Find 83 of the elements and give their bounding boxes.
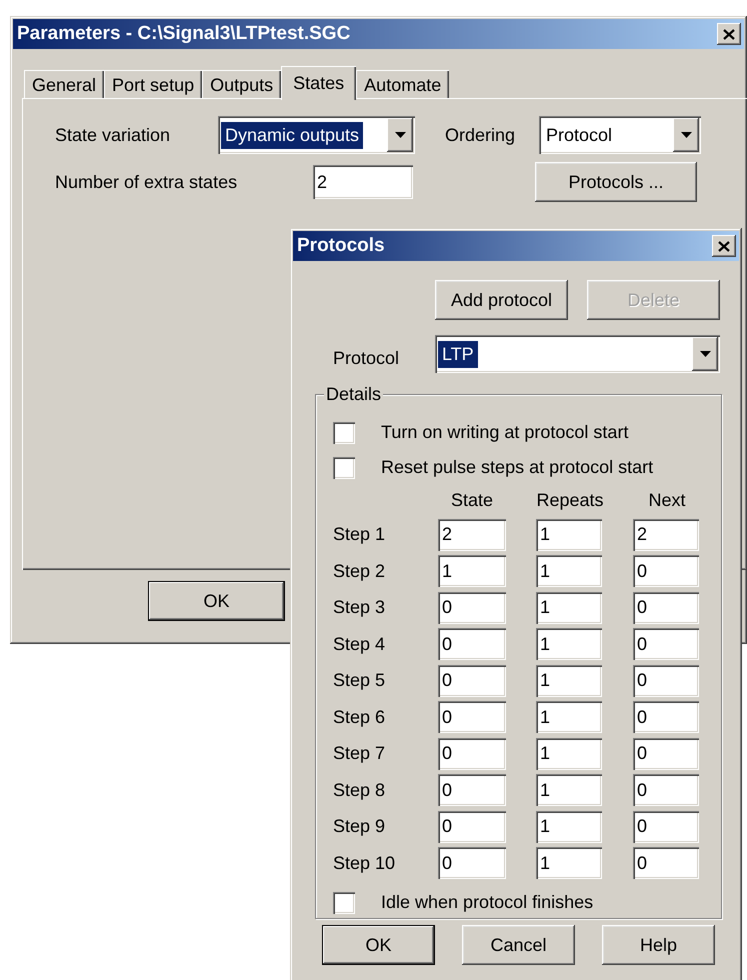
- dropdown[interactable]: LTP: [435, 335, 720, 373]
- tab[interactable]: Port setup: [104, 70, 202, 100]
- field-label: Protocol: [333, 346, 400, 370]
- tab[interactable]: Automate: [356, 70, 450, 100]
- dropdown-arrow-icon: [680, 132, 692, 138]
- field-label: Number of extra states: [55, 170, 238, 194]
- input-field[interactable]: 2: [633, 518, 699, 550]
- dropdown-value: Dynamic outputs: [221, 122, 364, 148]
- close-button[interactable]: [712, 235, 736, 257]
- input-field[interactable]: 1: [536, 774, 602, 806]
- step-label: Step 6: [333, 706, 386, 729]
- input-field[interactable]: 1: [536, 555, 602, 587]
- dropdown-button[interactable]: [673, 118, 699, 152]
- input-field[interactable]: 1: [536, 738, 602, 770]
- tab[interactable]: General: [24, 70, 104, 100]
- input-field[interactable]: 1: [438, 555, 506, 587]
- dropdown-value: LTP: [438, 340, 478, 368]
- input-field[interactable]: 0: [438, 628, 506, 660]
- input-field[interactable]: 0: [438, 701, 506, 733]
- dropdown[interactable]: Protocol: [539, 116, 701, 154]
- step-label: Step 1: [333, 523, 386, 546]
- input-field[interactable]: 2: [438, 518, 506, 550]
- button[interactable]: Add protocol: [435, 280, 568, 320]
- dropdown[interactable]: Dynamic outputs: [218, 116, 415, 154]
- input-field[interactable]: 1: [536, 701, 602, 733]
- checkbox-label: Reset pulse steps at protocol start: [381, 456, 654, 479]
- field-label: Ordering: [445, 124, 516, 147]
- input-field[interactable]: 1: [536, 628, 602, 660]
- input-field[interactable]: 0: [633, 738, 699, 770]
- column-header: Repeats: [536, 489, 604, 512]
- checkbox-label: Turn on writing at protocol start: [381, 421, 628, 444]
- step-label: Step 9: [333, 815, 386, 838]
- column-header: State: [450, 489, 494, 512]
- step-label: Step 2: [333, 560, 386, 583]
- input-field[interactable]: 0: [633, 701, 699, 733]
- input-field[interactable]: 0: [438, 847, 506, 879]
- input-field[interactable]: 1: [536, 847, 602, 879]
- input-field[interactable]: 0: [633, 774, 699, 806]
- input-field[interactable]: 0: [633, 628, 699, 660]
- input-field[interactable]: 0: [633, 810, 699, 842]
- button[interactable]: OK: [148, 581, 285, 621]
- input-field[interactable]: 0: [633, 592, 699, 624]
- checkbox-label: Idle when protocol finishes: [381, 891, 594, 914]
- tab[interactable]: Outputs: [202, 70, 282, 100]
- step-label: Step 7: [333, 742, 386, 765]
- input-field[interactable]: 1: [536, 518, 602, 550]
- dropdown-button[interactable]: [387, 118, 413, 152]
- input-field[interactable]: 2: [313, 165, 413, 199]
- dropdown-arrow-icon: [700, 351, 710, 357]
- close-icon: [723, 28, 735, 40]
- step-label: Step 5: [333, 669, 386, 692]
- input-field[interactable]: 0: [633, 847, 699, 879]
- tab[interactable]: States: [281, 66, 356, 100]
- input-field[interactable]: 0: [438, 738, 506, 770]
- input-field[interactable]: 0: [438, 810, 506, 842]
- input-field[interactable]: 0: [438, 664, 506, 696]
- dropdown-arrow-icon: [394, 132, 406, 138]
- dropdown-value: Protocol: [545, 124, 614, 146]
- protocols-button[interactable]: Protocols ...: [535, 162, 697, 202]
- button[interactable]: OK: [322, 925, 435, 965]
- input-field[interactable]: 0: [633, 555, 699, 587]
- input-field[interactable]: 0: [633, 664, 699, 696]
- input-field[interactable]: 0: [438, 774, 506, 806]
- button[interactable]: Help: [602, 925, 715, 965]
- close-icon: [718, 240, 730, 252]
- window-title: Protocols: [297, 234, 385, 258]
- checkbox[interactable]: [333, 892, 355, 914]
- checkbox[interactable]: [333, 422, 355, 444]
- input-field[interactable]: 0: [438, 592, 506, 624]
- input-field[interactable]: 1: [536, 664, 602, 696]
- close-button[interactable]: [717, 23, 741, 45]
- step-label: Step 8: [333, 778, 386, 802]
- window-title: Parameters - C:\Signal3\LTPtest.SGC: [17, 22, 350, 46]
- step-label: Step 4: [333, 632, 386, 656]
- column-header: Next: [647, 489, 686, 512]
- input-field[interactable]: 1: [536, 592, 602, 624]
- step-label: Step 10: [333, 852, 396, 875]
- input-field[interactable]: 1: [536, 810, 602, 842]
- dropdown-button[interactable]: [692, 337, 718, 371]
- field-label: State variation: [55, 124, 172, 146]
- button[interactable]: Cancel: [462, 925, 575, 965]
- step-label: Step 3: [333, 596, 386, 619]
- checkbox[interactable]: [333, 456, 355, 478]
